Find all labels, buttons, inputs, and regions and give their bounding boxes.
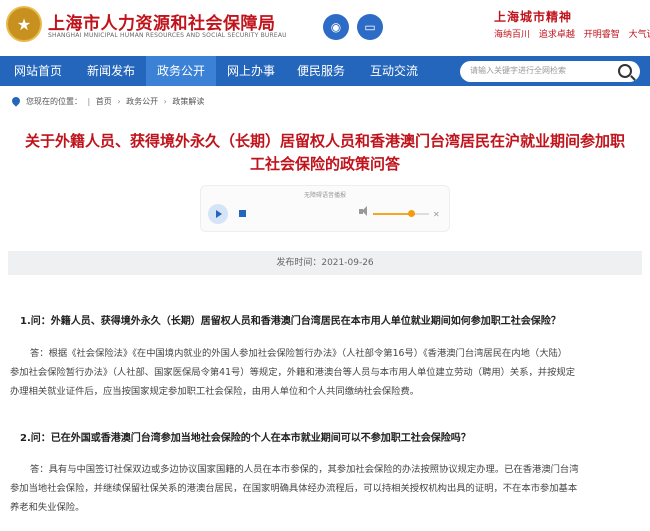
nav-online-services[interactable]: 网上办事 (216, 56, 286, 86)
nav-public-services[interactable]: 便民服务 (286, 56, 356, 86)
answer-1: 答：根据《社会保险法》《在中国境内就业的外国人参加社会保险暂行办法》（人社部令第… (10, 344, 640, 401)
volume-slider-handle[interactable] (408, 210, 415, 217)
slogan-items: 海纳百川 追求卓越 开明睿智 大气谦和 (494, 27, 650, 40)
breadcrumb-separator: | (87, 97, 91, 106)
site-name-en: SHANGHAI MUNICIPAL HUMAN RESOURCES AND S… (48, 32, 287, 39)
breadcrumb-prefix: 您现在的位置： (26, 97, 82, 106)
answer-line: 参加社会保险暂行办法》（人社部、国家医保局令第41号）等规定，外籍和港澳台等人员… (10, 367, 575, 378)
screen-icon[interactable]: ▭ (357, 14, 383, 40)
article-title-line: 关于外籍人员、获得境外永久（长期）居留权人员和香港澳门台湾居民在沪就业期间参加职 (24, 132, 625, 150)
nav-home[interactable]: 网站首页 (0, 56, 76, 86)
breadcrumb-policy[interactable]: 政策解读 (172, 97, 204, 106)
search-box[interactable]: 请输入关键字进行全网检索 (460, 61, 640, 82)
answer-line: 答：具有与中国签订社保双边或多边协议国家国籍的人员在本市参保的，其参加社会保险的… (30, 464, 579, 475)
answer-2: 答：具有与中国签订社保双边或多边协议国家国籍的人员在本市参保的，其参加社会保险的… (10, 460, 640, 517)
answer-line: 答：根据《社会保险法》《在中国境内就业的外国人参加社会保险暂行办法》（人社部令第… (30, 348, 568, 359)
slogan-title: 上海城市精神 (494, 10, 573, 24)
audio-player: 无障碍语音播报 ✕ (200, 185, 450, 232)
government-emblem-icon[interactable]: ★ (6, 6, 42, 42)
weibo-icon[interactable]: ◉ (323, 14, 349, 40)
location-pin-icon (10, 95, 22, 107)
slogan-item: 追求卓越 (538, 30, 575, 40)
slogan-item: 开明睿智 (583, 30, 620, 40)
breadcrumb: 您现在的位置： | 首页 › 政务公开 › 政策解读 (10, 95, 204, 107)
answer-line: 办理相关就业证件后，应当按国家规定参加职工社会保险，由用人单位和个人共同缴纳社会… (10, 386, 420, 397)
play-icon[interactable] (208, 204, 228, 224)
question-1: 1.问：外籍人员、获得境外永久（长期）居留权人员和香港澳门台湾居民在本市用人单位… (20, 316, 561, 327)
answer-line: 参加当地社会保险，并继续保留社保关系的港澳台居民，在国家明确具体经办流程后，可以… (10, 483, 578, 494)
publish-time: 发布时间：2021-09-26 (8, 251, 642, 275)
article-title-line: 工社会保险的政策问答 (249, 155, 400, 173)
mute-icon[interactable]: ✕ (433, 210, 440, 219)
slogan-item: 海纳百川 (494, 30, 531, 40)
slogan-item: 大气谦和 (628, 30, 650, 40)
stop-icon[interactable] (239, 210, 246, 217)
breadcrumb-separator: › (163, 97, 167, 106)
player-label: 无障碍语音播报 (303, 192, 346, 199)
search-icon[interactable] (618, 64, 632, 78)
question-2: 2.问：已在外国或香港澳门台湾参加当地社会保险的个人在本市就业期间可以不参加职工… (20, 433, 471, 444)
search-input[interactable]: 请输入关键字进行全网检索 (470, 65, 566, 76)
nav-interaction[interactable]: 互动交流 (356, 56, 432, 86)
nav-gov-affairs[interactable]: 政务公开 (146, 56, 216, 86)
site-name[interactable]: 上海市人力资源和社会保障局 (48, 9, 276, 34)
volume-slider-rest[interactable] (415, 213, 429, 215)
breadcrumb-separator: › (117, 97, 121, 106)
nav-news[interactable]: 新闻发布 (76, 56, 146, 86)
site-header: ★ 上海市人力资源和社会保障局 SHANGHAI MUNICIPAL HUMAN… (0, 0, 650, 56)
article-title: 关于外籍人员、获得境外永久（长期）居留权人员和香港澳门台湾居民在沪就业期间参加职… (10, 130, 640, 176)
breadcrumb-gov-affairs[interactable]: 政务公开 (126, 97, 158, 106)
volume-icon[interactable] (359, 206, 367, 216)
breadcrumb-home[interactable]: 首页 (96, 97, 112, 106)
answer-line: 养老和失业保险。 (10, 502, 85, 513)
